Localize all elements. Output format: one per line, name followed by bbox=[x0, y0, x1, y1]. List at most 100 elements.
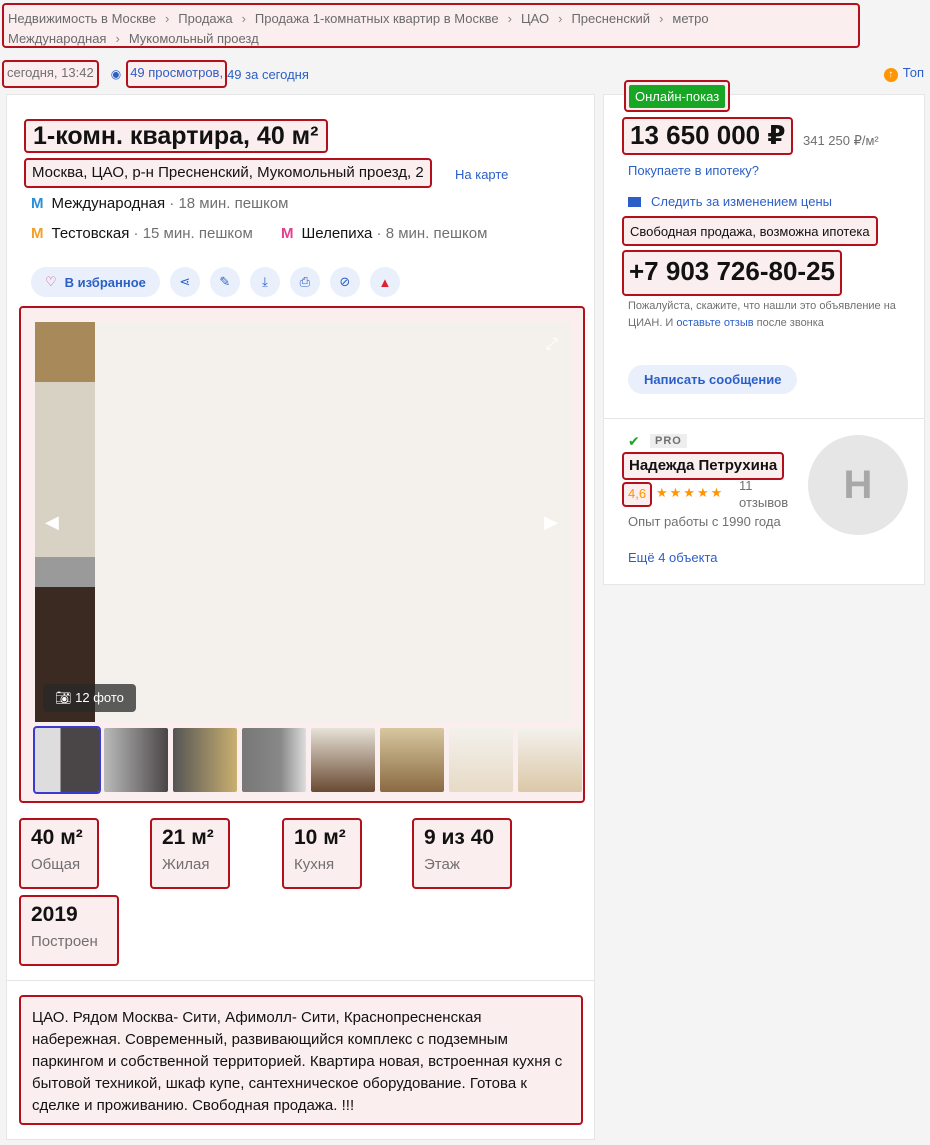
top-label: Топ bbox=[902, 65, 924, 80]
arrow-up-icon: ↑ bbox=[883, 68, 898, 82]
metro-time: · 18 мин. пешком bbox=[169, 195, 289, 212]
top-link[interactable]: ↑ Топ bbox=[883, 65, 924, 82]
metro-station[interactable]: M Тестовская · 15 мин. пешком bbox=[31, 225, 253, 242]
thumbnail[interactable] bbox=[33, 726, 101, 794]
thumbnail[interactable] bbox=[104, 728, 168, 792]
print-icon[interactable]: ⎙ bbox=[289, 267, 320, 297]
price: 13 650 000 ₽ bbox=[622, 117, 794, 155]
views-count[interactable]: 49 просмотров, bbox=[126, 60, 228, 88]
follow-price-link[interactable]: Следить за изменением цены bbox=[628, 194, 832, 209]
feature-label: Общая bbox=[31, 856, 81, 873]
feature-value: 40 м² bbox=[31, 826, 83, 849]
envelope-icon bbox=[628, 197, 641, 207]
verified-shield-icon: ✔ bbox=[628, 433, 640, 449]
edit-icon[interactable]: ✎ bbox=[209, 267, 240, 297]
pro-badge: PRO bbox=[650, 434, 687, 448]
feature-value: 10 м² bbox=[294, 826, 346, 849]
price-per-meter: 341 250 ₽/м² bbox=[803, 133, 879, 148]
feature-label: Жилая bbox=[162, 856, 210, 873]
feature-living-area: 21 м² Жилая bbox=[150, 818, 230, 889]
feature-label: Построен bbox=[31, 933, 98, 950]
thumbnail[interactable] bbox=[173, 728, 237, 792]
agent-name[interactable]: Надежда Петрухина bbox=[622, 452, 785, 480]
sale-conditions: Свободная продажа, возможна ипотека bbox=[622, 216, 878, 246]
price-sidebar: Онлайн-показ 13 650 000 ₽ 341 250 ₽/м² П… bbox=[603, 80, 925, 585]
views-today[interactable]: 49 за сегодня bbox=[227, 67, 309, 82]
heart-icon: ♡ bbox=[45, 274, 57, 289]
photo-count-label: 12 фото bbox=[75, 690, 124, 705]
mortgage-link[interactable]: Покупаете в ипотеку? bbox=[628, 163, 759, 178]
metro-station[interactable]: M Шелепиха · 8 мин. пешком bbox=[281, 225, 487, 242]
next-photo-icon[interactable]: ▶ bbox=[544, 512, 558, 533]
chevron-right-icon: › bbox=[241, 11, 246, 26]
breadcrumb: Недвижимость в Москве › Продажа › Продажа 1-… bbox=[2, 3, 860, 48]
feature-year-built: 2019 Построен bbox=[19, 895, 119, 966]
feature-floor: 9 из 40 Этаж bbox=[412, 818, 512, 889]
feature-value: 2019 bbox=[31, 903, 78, 926]
badge-label: Онлайн-показ bbox=[629, 85, 726, 108]
agent-rating: 4,6 bbox=[622, 482, 653, 507]
breadcrumb-item[interactable]: Продажа 1-комнатных квартир в Москве bbox=[255, 11, 499, 26]
address: Москва, ЦАО, р-н Пресненский, Мукомольны… bbox=[24, 158, 432, 188]
avatar[interactable]: Н bbox=[808, 435, 908, 535]
feature-label: Этаж bbox=[424, 856, 460, 873]
photo-count[interactable]: 📷︎ 12 фото bbox=[43, 684, 136, 712]
action-bar: ♡ В избранное ⋖ ✎ ⤓ ⎙ ⊘ ▲ bbox=[31, 267, 400, 297]
metro-name: Международная bbox=[51, 195, 166, 212]
feature-value: 9 из 40 bbox=[424, 826, 495, 849]
more-objects-link[interactable]: Ещё 4 объекта bbox=[628, 550, 718, 565]
metro-icon: M bbox=[281, 225, 294, 242]
breadcrumb-item[interactable]: Недвижимость в Москве bbox=[8, 11, 156, 26]
fullscreen-icon[interactable]: ⤢ bbox=[545, 336, 558, 354]
thumbnail[interactable] bbox=[449, 728, 513, 792]
metro-name: Шелепиха bbox=[301, 225, 373, 242]
metro-icon: M bbox=[31, 195, 44, 212]
warning-icon[interactable]: ▲ bbox=[369, 267, 400, 297]
reviews-count[interactable]: 11 отзывов bbox=[739, 477, 799, 511]
main-photo[interactable]: ◀ ▶ ⤢ 📷︎ 12 фото bbox=[35, 322, 572, 722]
listing-meta: сегодня, 13:42 ◉ 49 просмотров, 49 за се… bbox=[2, 60, 309, 88]
chevron-right-icon: › bbox=[659, 11, 664, 26]
eye-icon: ◉ bbox=[110, 67, 122, 81]
breadcrumb-item[interactable]: Продажа bbox=[178, 11, 232, 26]
call-note: Пожалуйста, скажите, что нашли это объяв… bbox=[628, 298, 908, 332]
chevron-right-icon: › bbox=[558, 11, 563, 26]
download-icon[interactable]: ⤓ bbox=[249, 267, 280, 297]
favorite-label: В избранное bbox=[64, 274, 146, 290]
share-icon[interactable]: ⋖ bbox=[169, 267, 200, 297]
divider bbox=[7, 980, 594, 981]
thumbnail[interactable] bbox=[311, 728, 375, 792]
description: ЦАО. Рядом Москва- Сити, Афимолл- Сити, … bbox=[19, 995, 583, 1125]
metro-icon: M bbox=[31, 225, 44, 242]
note-text-end: после звонка bbox=[753, 317, 824, 329]
thumbnail[interactable] bbox=[380, 728, 444, 792]
breadcrumb-item[interactable]: ЦАО bbox=[521, 11, 549, 26]
breadcrumb-item[interactable]: Мукомольный проезд bbox=[129, 31, 259, 46]
camera-icon: 📷︎ bbox=[55, 690, 76, 705]
rating-stars-icon: ★★★★★ bbox=[656, 485, 725, 500]
feature-value: 21 м² bbox=[162, 826, 214, 849]
metro-name: Тестовская bbox=[51, 225, 130, 242]
follow-price-label: Следить за изменением цены bbox=[651, 194, 832, 209]
metro-station[interactable]: M Международная · 18 мин. пешком bbox=[31, 195, 289, 212]
map-link[interactable]: На карте bbox=[455, 167, 508, 182]
favorite-button[interactable]: ♡ В избранное bbox=[31, 267, 160, 297]
feature-label: Кухня bbox=[294, 856, 335, 873]
review-link[interactable]: оставьте отзыв bbox=[676, 317, 753, 329]
chevron-right-icon: › bbox=[164, 11, 170, 26]
hide-icon[interactable]: ⊘ bbox=[329, 267, 360, 297]
listing-card: 1-комн. квартира, 40 м² Москва, ЦАО, р-н… bbox=[6, 94, 595, 1140]
phone-number[interactable]: +7 903 726-80-25 bbox=[622, 250, 843, 296]
write-message-button[interactable]: Написать сообщение bbox=[628, 365, 798, 394]
feature-total-area: 40 м² Общая bbox=[19, 818, 99, 889]
thumbnail[interactable] bbox=[518, 728, 582, 792]
metro-time: · 8 мин. пешком bbox=[376, 225, 488, 242]
prev-photo-icon[interactable]: ◀ bbox=[45, 512, 59, 533]
breadcrumb-item[interactable]: Пресненский bbox=[571, 11, 650, 26]
thumbnail-strip bbox=[33, 726, 582, 794]
online-viewing-badge: Онлайн-показ bbox=[624, 80, 731, 112]
agent-experience: Опыт работы с 1990 года bbox=[628, 514, 781, 529]
thumbnail[interactable] bbox=[242, 728, 306, 792]
metro-time: · 15 мин. пешком bbox=[133, 225, 253, 242]
publish-date: сегодня, 13:42 bbox=[2, 60, 99, 88]
